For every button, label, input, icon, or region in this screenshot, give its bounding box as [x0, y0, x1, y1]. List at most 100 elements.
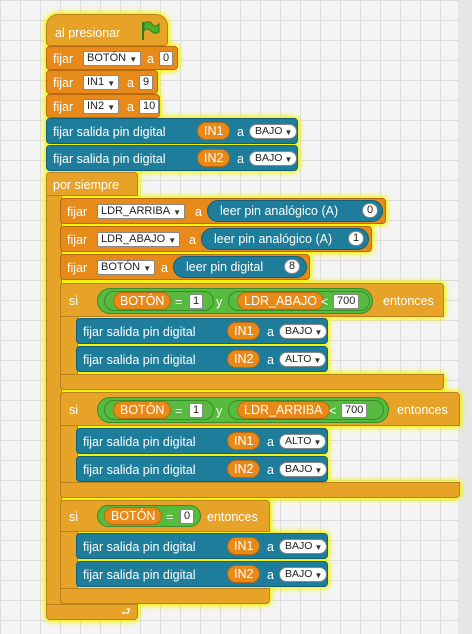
digital-write-block[interactable]: fijar salida pin digital IN2 a ALTO ▼: [76, 346, 328, 372]
variable-reporter[interactable]: BOTÓN: [113, 292, 172, 310]
digital-write-label: fijar salida pin digital: [83, 435, 196, 449]
and-operator-block[interactable]: BOTÓN = 1 y LDR_ABAJO < 700: [97, 288, 373, 314]
level-dropdown[interactable]: BAJO ▼: [249, 151, 298, 166]
digital-write-label: fijar salida pin digital: [83, 325, 196, 339]
variable-reporter[interactable]: LDR_ABAJO: [237, 292, 324, 310]
set-variable-block[interactable]: fijar BOTÓN ▼ a leer pin digital 8: [60, 254, 310, 280]
equals-operator-block[interactable]: BOTÓN = 1: [104, 291, 214, 311]
pin-input[interactable]: 8: [284, 259, 301, 274]
variable-dropdown[interactable]: IN1 ▼: [83, 75, 120, 90]
pin-variable[interactable]: IN2: [227, 460, 261, 478]
pin-variable[interactable]: IN2: [197, 149, 231, 167]
variable-reporter[interactable]: LDR_ARRIBA: [237, 401, 330, 419]
equals-operator-block[interactable]: BOTÓN = 1: [104, 400, 214, 420]
scrollbar[interactable]: [458, 0, 472, 634]
digital-write-block[interactable]: fijar salida pin digital IN1 a BAJO ▼: [76, 318, 328, 344]
if-block[interactable]: si BOTÓN = 1 y LDR_ABAJO < 700 entonces: [60, 283, 444, 317]
analog-read-block[interactable]: leer pin analógico (A) 0: [207, 200, 383, 222]
level-dropdown[interactable]: BAJO ▼: [249, 124, 298, 139]
when-flag-clicked-block[interactable]: al presionar: [46, 14, 168, 46]
level-dropdown[interactable]: BAJO ▼: [279, 567, 328, 582]
loop-arrow-icon: ⮐: [121, 606, 131, 618]
value-input[interactable]: 700: [333, 294, 360, 309]
variable-dropdown[interactable]: LDR_ARRIBA ▼: [97, 204, 186, 219]
operator-label: =: [175, 404, 183, 418]
digital-read-label: leer pin digital: [186, 260, 264, 274]
forever-label: por siempre: [53, 178, 119, 192]
less-than-operator-block[interactable]: LDR_ARRIBA < 700: [228, 400, 384, 420]
digital-write-block[interactable]: fijar salida pin digital IN1 a ALTO ▼: [76, 428, 328, 454]
digital-write-block[interactable]: fijar salida pin digital IN2 a BAJO ▼: [76, 456, 328, 482]
variable-dropdown[interactable]: BOTÓN ▼: [83, 51, 142, 66]
set-label: fijar: [53, 76, 74, 90]
digital-write-label: fijar salida pin digital: [53, 125, 166, 139]
set-variable-block[interactable]: fijar IN2 ▼ a 10: [46, 94, 160, 118]
level-dropdown[interactable]: ALTO ▼: [279, 352, 327, 367]
variable-reporter[interactable]: BOTÓN: [113, 401, 172, 419]
set-variable-block[interactable]: fijar IN1 ▼ a 9: [46, 70, 158, 94]
set-variable-block[interactable]: fijar LDR_ABAJO ▼ a leer pin analógico (A…: [60, 226, 372, 252]
value-input[interactable]: 700: [341, 403, 368, 418]
digital-write-block[interactable]: fijar salida pin digital IN2 a BAJO ▼: [46, 145, 298, 171]
digital-write-label: fijar salida pin digital: [53, 152, 166, 166]
to-label: a: [267, 540, 274, 554]
pin-variable[interactable]: IN1: [227, 322, 261, 340]
set-variable-block[interactable]: fijar BOTÓN ▼ a 0: [46, 46, 178, 70]
level-dropdown[interactable]: BAJO ▼: [279, 539, 328, 554]
set-label: fijar: [53, 52, 74, 66]
if-label: si: [69, 294, 79, 308]
pin-variable[interactable]: IN1: [227, 537, 261, 555]
digital-write-block[interactable]: fijar salida pin digital IN1 a BAJO ▼: [46, 118, 298, 144]
and-label: y: [216, 295, 223, 309]
to-label: a: [127, 100, 134, 114]
pin-input[interactable]: 1: [348, 231, 365, 246]
pin-input[interactable]: 0: [362, 203, 379, 218]
value-input[interactable]: 10: [139, 99, 160, 114]
level-dropdown[interactable]: BAJO ▼: [279, 324, 328, 339]
variable-dropdown[interactable]: BOTÓN ▼: [97, 260, 156, 275]
to-label: a: [267, 463, 274, 477]
level-dropdown[interactable]: BAJO ▼: [279, 462, 328, 477]
if-label: si: [69, 510, 79, 524]
operator-label: =: [175, 295, 183, 309]
if-block[interactable]: si BOTÓN = 1 y LDR_ARRIBA < 700 entonces: [60, 392, 460, 426]
to-label: a: [161, 261, 168, 275]
pin-variable[interactable]: IN1: [227, 432, 261, 450]
value-input[interactable]: 1: [189, 294, 204, 309]
and-label: y: [216, 404, 223, 418]
value-input[interactable]: 9: [139, 75, 154, 90]
and-operator-block[interactable]: BOTÓN = 1 y LDR_ARRIBA < 700: [97, 397, 389, 423]
pin-variable[interactable]: IN2: [227, 565, 261, 583]
forever-loop-block[interactable]: por siempre: [46, 172, 138, 196]
digital-write-label: fijar salida pin digital: [83, 463, 196, 477]
value-input[interactable]: 1: [189, 403, 204, 418]
pin-variable[interactable]: IN2: [227, 350, 261, 368]
if-label: si: [69, 403, 79, 417]
hat-label: al presionar: [55, 26, 121, 40]
digital-write-block[interactable]: fijar salida pin digital IN1 a BAJO ▼: [76, 533, 328, 559]
value-input[interactable]: 0: [159, 51, 174, 66]
digital-read-block[interactable]: leer pin digital 8: [173, 256, 307, 278]
less-than-operator-block[interactable]: LDR_ABAJO < 700: [228, 291, 370, 311]
set-label: fijar: [67, 205, 88, 219]
analog-read-label: leer pin analógico (A): [214, 232, 333, 246]
variable-dropdown[interactable]: LDR_ABAJO ▼: [97, 232, 181, 247]
equals-operator-block[interactable]: BOTÓN = 0: [97, 505, 201, 527]
if-bottom: [60, 374, 444, 390]
variable-dropdown[interactable]: IN2 ▼: [83, 99, 120, 114]
to-label: a: [267, 568, 274, 582]
digital-write-block[interactable]: fijar salida pin digital IN2 a BAJO ▼: [76, 561, 328, 587]
if-bottom: [60, 588, 270, 604]
value-input[interactable]: 0: [180, 509, 195, 524]
digital-write-label: fijar salida pin digital: [83, 540, 196, 554]
pin-variable[interactable]: IN1: [197, 122, 231, 140]
set-variable-block[interactable]: fijar LDR_ARRIBA ▼ a leer pin analógico (…: [60, 198, 386, 224]
level-dropdown[interactable]: ALTO ▼: [279, 434, 327, 449]
if-block[interactable]: si BOTÓN = 0 entonces: [60, 500, 270, 532]
operator-label: =: [166, 510, 174, 524]
then-label: entonces: [207, 510, 258, 524]
to-label: a: [267, 435, 274, 449]
variable-reporter[interactable]: BOTÓN: [104, 507, 163, 525]
analog-read-block[interactable]: leer pin analógico (A) 1: [201, 228, 369, 250]
to-label: a: [237, 152, 244, 166]
